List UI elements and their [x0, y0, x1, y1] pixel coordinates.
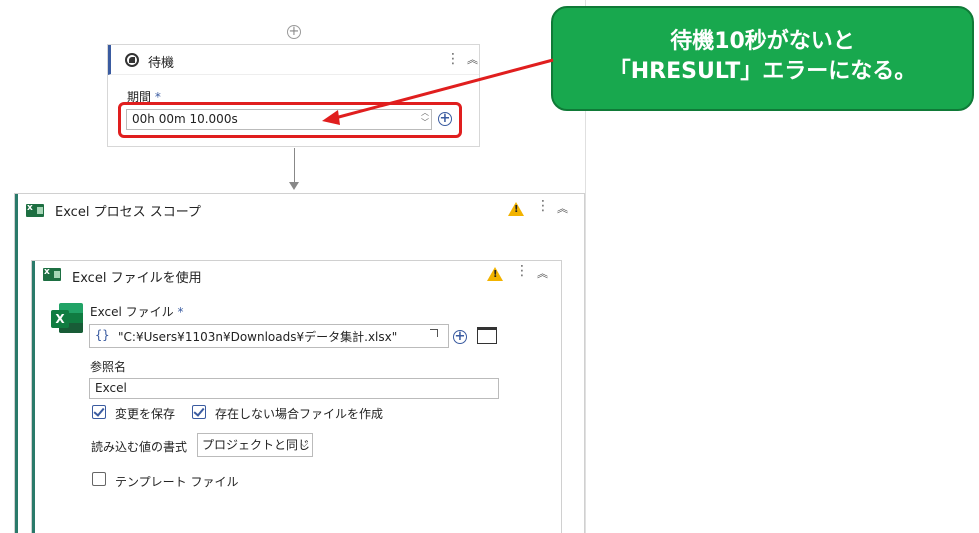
add-variable-icon[interactable]: + — [453, 330, 467, 344]
excel-icon — [26, 203, 44, 217]
more-options-icon[interactable]: ⋮ — [446, 51, 460, 67]
save-changes-checkbox[interactable] — [92, 405, 106, 419]
wait-activity-title: 待機 — [148, 56, 175, 71]
create-if-missing-checkbox[interactable] — [192, 405, 206, 419]
use-excel-file-title: Excel ファイルを使用 — [72, 271, 202, 286]
wait-activity-header[interactable]: 待機 ⋮ ︽ — [108, 45, 479, 75]
connector-arrow-icon — [289, 182, 299, 190]
browse-folder-icon[interactable] — [477, 327, 497, 344]
expression-braces-icon[interactable]: {} — [95, 328, 109, 342]
more-options-icon[interactable]: ⋮ — [536, 198, 550, 214]
clock-icon — [125, 53, 139, 67]
reference-name-label: 参照名 — [90, 360, 127, 374]
scope-accent-bar — [15, 194, 18, 533]
annotation-callout: 待機10秒がないと 「HRESULT」エラーになる。 — [551, 6, 974, 111]
template-file-label: テンプレート ファイル — [115, 475, 239, 489]
callout-line-1: 待機10秒がないと — [670, 29, 855, 54]
read-format-select[interactable]: プロジェクトと同じ ⌵ — [197, 433, 313, 457]
save-changes-label: 変更を保存 — [115, 407, 176, 421]
callout-line-2: 「HRESULT」エラーになる。 — [608, 59, 917, 84]
excel-file-path-value: "C:¥Users¥1103n¥Downloads¥データ集計.xlsx" — [118, 330, 398, 344]
excel-file-label: Excel ファイル * — [90, 305, 184, 319]
use-excel-accent-bar — [32, 261, 35, 533]
more-options-icon[interactable]: ⋮ — [515, 263, 529, 279]
expand-editor-icon[interactable] — [430, 329, 438, 337]
create-if-missing-label: 存在しない場合ファイルを作成 — [215, 407, 384, 421]
connector-line — [294, 148, 295, 186]
reference-name-input[interactable]: Excel — [89, 378, 499, 399]
workflow-canvas: + 待機 ⋮ ︽ 期間 * 00h 00m 10.000s ︿﹀ + Excel… — [0, 0, 585, 533]
add-activity-icon[interactable]: + — [287, 25, 301, 39]
read-format-label: 読み込む値の書式 — [91, 440, 188, 454]
read-format-value: プロジェクトと同じ — [202, 438, 311, 452]
excel-process-scope-title: Excel プロセス スコープ — [55, 205, 201, 220]
collapse-icon[interactable]: ︽ — [557, 203, 568, 214]
template-file-checkbox[interactable] — [92, 472, 106, 486]
collapse-icon[interactable]: ︽ — [467, 54, 478, 65]
excel-icon — [43, 267, 61, 281]
highlight-box — [118, 102, 462, 138]
chevron-down-icon: ⌵ — [300, 439, 308, 450]
collapse-icon[interactable]: ︽ — [537, 268, 548, 279]
excel-file-icon: X — [51, 303, 83, 333]
warning-icon[interactable] — [487, 267, 503, 281]
warning-icon[interactable] — [508, 202, 524, 216]
excel-process-scope-header[interactable]: Excel プロセス スコープ ⋮ ︽ — [15, 194, 584, 226]
